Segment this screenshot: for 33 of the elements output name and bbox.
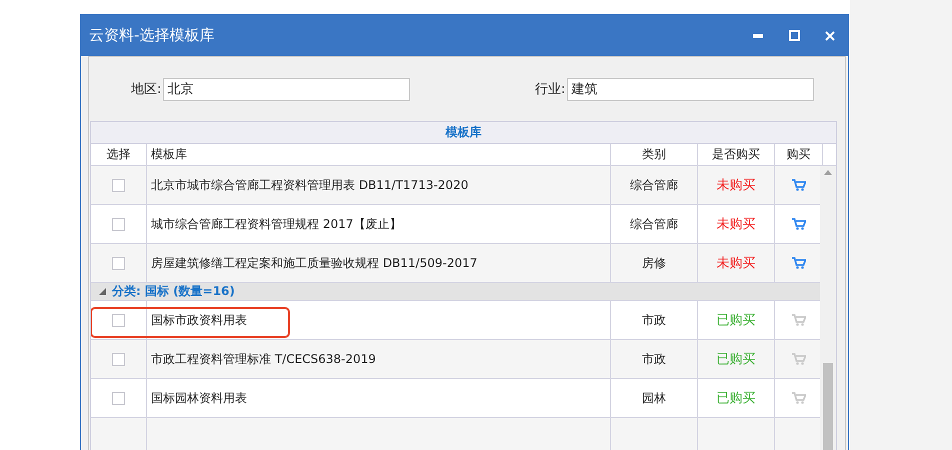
cart-icon[interactable] bbox=[792, 179, 806, 191]
input-field[interactable]: 建筑 bbox=[567, 78, 814, 100]
cart-icon[interactable] bbox=[792, 314, 806, 326]
purchase-status: 未购买 bbox=[716, 255, 756, 272]
checkbox[interactable] bbox=[112, 178, 125, 192]
purchase-status: 已购买 bbox=[716, 390, 756, 407]
field-label: 地区: bbox=[131, 81, 162, 98]
input-field[interactable]: 北京 bbox=[163, 78, 410, 100]
purchase-status: 未购买 bbox=[716, 216, 756, 233]
checkbox[interactable] bbox=[112, 314, 125, 326]
checkbox[interactable] bbox=[112, 352, 125, 366]
purchase-status: 已购买 bbox=[716, 351, 756, 368]
cart-icon[interactable] bbox=[792, 392, 806, 404]
scroll-up-icon[interactable] bbox=[824, 170, 832, 175]
table-caption: 模板库 bbox=[91, 122, 836, 144]
cart-icon[interactable] bbox=[792, 257, 806, 269]
cart-icon[interactable] bbox=[792, 353, 806, 365]
maximize-icon bbox=[788, 30, 800, 41]
window-title: 云资料-选择模板库 bbox=[89, 26, 216, 45]
purchase-status: 未购买 bbox=[716, 177, 756, 194]
close-icon bbox=[825, 30, 835, 40]
group-row[interactable]: 分类: 国标 (数量=16) bbox=[91, 283, 820, 301]
checkbox[interactable] bbox=[112, 392, 125, 404]
scrollbar-thumb[interactable] bbox=[823, 363, 833, 450]
expand-icon[interactable] bbox=[99, 288, 106, 295]
checkbox[interactable] bbox=[112, 218, 125, 230]
purchase-status: 已购买 bbox=[716, 312, 756, 329]
minimize-icon bbox=[753, 34, 763, 38]
group-label: 分类: 国标 (数量=16) bbox=[112, 283, 235, 300]
field-label: 行业: bbox=[535, 81, 566, 98]
cart-icon[interactable] bbox=[792, 218, 806, 230]
checkbox[interactable] bbox=[112, 256, 125, 270]
scrollbar[interactable] bbox=[820, 166, 836, 450]
